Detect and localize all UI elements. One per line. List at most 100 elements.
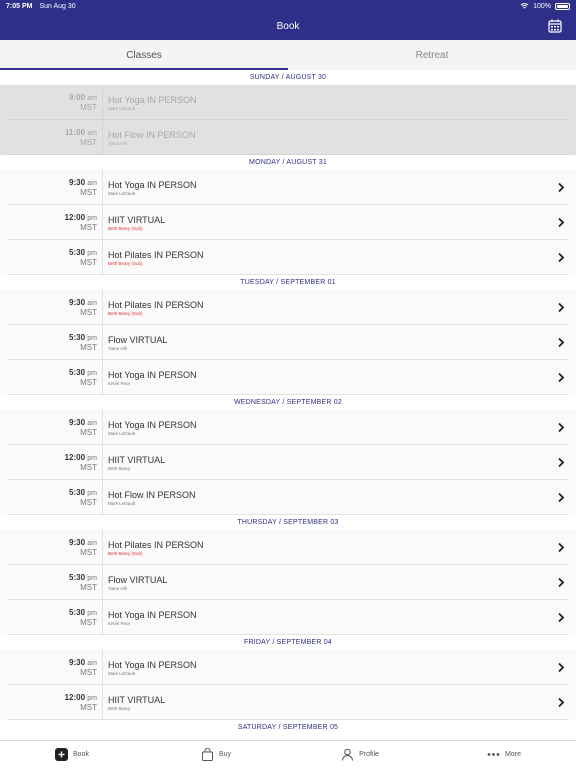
class-ampm: am (87, 420, 97, 427)
class-row[interactable]: 5:30 pm MST Flow VIRTUAL Tiana Hill (0, 325, 576, 360)
status-time: 7:05 PM (6, 2, 33, 10)
class-ampm: pm (87, 455, 97, 462)
class-ampm: pm (87, 490, 97, 497)
class-start-time: 5:30 (69, 573, 86, 582)
class-teacher: Mark LeGault (108, 190, 136, 196)
class-start-time: 5:30 (69, 608, 86, 617)
class-teacher: Beth Beary (Sub) (108, 310, 143, 316)
class-name: Hot Yoga IN PERSON (108, 419, 197, 430)
class-time: 12:00 pm MST (0, 685, 103, 720)
class-row[interactable]: 9:30 am MST Hot Yoga IN PERSON Mark LeGault (0, 170, 576, 205)
class-start-time: 9:00 (69, 93, 86, 102)
class-time: 5:30 pm MST (0, 480, 103, 515)
class-time-line: 5:30 pm (69, 488, 97, 497)
class-name: Hot Yoga IN PERSON (108, 609, 197, 620)
class-time-line: 5:30 pm (69, 608, 97, 617)
class-info: Hot Yoga IN PERSON Mark LeGault (103, 420, 197, 436)
chevron-right-icon[interactable] (556, 302, 566, 313)
calendar-icon (548, 19, 562, 33)
nav-bar: Book (0, 12, 576, 40)
class-info: Hot Pilates IN PERSON Beth Beary (Sub) (103, 250, 204, 266)
chevron-right-icon[interactable] (556, 612, 566, 623)
class-row[interactable]: 9:30 am MST Hot Yoga IN PERSON Mark LeGault (0, 410, 576, 445)
more-dots-icon (487, 748, 500, 761)
book-plus-icon (55, 748, 69, 761)
tab-profile[interactable]: Profile (288, 741, 432, 768)
class-row[interactable]: 9:30 am MST Hot Pilates IN PERSON Beth Bear… (0, 290, 576, 325)
chevron-right-icon[interactable] (556, 217, 566, 228)
class-row[interactable]: 12:00 pm MST HIIT VIRTUAL Beth Beary (0, 445, 576, 480)
class-time: 9:30 am MST (0, 290, 103, 325)
class-timezone: MST (80, 103, 97, 112)
day-header: FRIDAY / SEPTEMBER 04 (0, 635, 576, 650)
class-time-line: 9:00 am (69, 93, 97, 102)
class-info: Hot Pilates IN PERSON Beth Beary (Sub) (103, 300, 204, 316)
class-row: 9:00 am MST Hot Yoga IN PERSON Mark LeGault (0, 85, 576, 120)
wifi-icon (520, 3, 529, 9)
tab-more-label: More (505, 751, 521, 758)
tab-book[interactable]: Book (0, 741, 144, 768)
class-info: HIIT VIRTUAL Beth Beary (Sub) (103, 215, 165, 231)
class-row[interactable]: 9:30 am MST Hot Pilates IN PERSON Beth Bear… (0, 530, 576, 565)
class-row[interactable]: 5:30 pm MST Flow VIRTUAL Tiana Hill (0, 565, 576, 600)
class-name: HIIT VIRTUAL (108, 694, 166, 705)
page-title: Book (276, 20, 300, 32)
class-time-line: 5:30 pm (69, 573, 97, 582)
class-row[interactable]: 12:00 pm MST HIIT VIRTUAL Beth Beary (Sub) (0, 205, 576, 240)
class-time: 5:30 pm MST (0, 325, 103, 360)
class-timezone: MST (80, 463, 97, 472)
day-header: THURSDAY / SEPTEMBER 03 (0, 515, 576, 530)
class-timezone: MST (80, 548, 97, 557)
chevron-right-icon[interactable] (556, 697, 566, 708)
class-time: 5:30 pm MST (0, 600, 103, 635)
class-row[interactable]: 5:30 pm MST Hot Yoga IN PERSON Kevin Prior (0, 600, 576, 635)
row-divider (8, 634, 568, 635)
tab-more[interactable]: More (432, 741, 576, 768)
class-row[interactable]: 12:00 pm MST HIIT VIRTUAL Beth Beary (0, 685, 576, 720)
class-row[interactable]: 5:30 pm MST Hot Yoga IN PERSON Kevin Prior (0, 360, 576, 395)
class-info: HIIT VIRTUAL Beth Beary (103, 695, 165, 711)
chevron-right-icon[interactable] (556, 492, 566, 503)
class-row[interactable]: 5:30 pm MST Hot Flow IN PERSON Mark LeGault (0, 480, 576, 515)
class-time-line: 9:30 am (69, 298, 97, 307)
calendar-button[interactable] (546, 17, 564, 35)
class-info: Hot Flow IN PERSON Mark LeGault (103, 490, 196, 506)
class-name: HIIT VIRTUAL (108, 214, 166, 225)
class-start-time: 12:00 (64, 453, 86, 462)
chevron-right-icon[interactable] (556, 457, 566, 468)
class-teacher: Beth Beary (Sub) (108, 225, 143, 231)
tab-profile-label: Profile (359, 751, 379, 758)
class-name: Hot Yoga IN PERSON (108, 179, 197, 190)
class-time-line: 5:30 pm (69, 248, 97, 257)
class-info: Hot Yoga IN PERSON Kevin Prior (103, 370, 197, 386)
class-teacher: Tiana Hill (108, 345, 127, 351)
day-header: SATURDAY / SEPTEMBER 05 (0, 720, 576, 735)
chevron-right-icon[interactable] (556, 662, 566, 673)
class-info: Flow VIRTUAL Tiana Hill (103, 575, 167, 591)
class-timezone: MST (80, 308, 97, 317)
class-time-line: 5:30 pm (69, 333, 97, 342)
class-row[interactable]: 5:30 pm MST Hot Pilates IN PERSON Beth Bear… (0, 240, 576, 275)
bottom-tab-bar: Book Buy Profile More (0, 740, 576, 768)
class-time: 12:00 pm MST (0, 205, 103, 240)
chevron-right-icon[interactable] (556, 422, 566, 433)
class-row[interactable]: 9:30 am MST Hot Yoga IN PERSON Mark LeGault (0, 650, 576, 685)
chevron-right-icon[interactable] (556, 577, 566, 588)
tab-retreat[interactable]: Retreat (288, 40, 576, 70)
tab-classes[interactable]: Classes (0, 40, 288, 70)
class-name: Flow VIRTUAL (108, 334, 168, 345)
person-icon (341, 748, 354, 761)
class-teacher: Beth Beary (Sub) (108, 550, 143, 556)
class-time: 11:00 am MST (0, 120, 103, 155)
class-timezone: MST (80, 703, 97, 712)
tab-buy[interactable]: Buy (144, 741, 288, 768)
chevron-right-icon[interactable] (556, 337, 566, 348)
chevron-right-icon[interactable] (556, 182, 566, 193)
chevron-right-icon[interactable] (556, 372, 566, 383)
class-schedule-list[interactable]: SUNDAY / AUGUST 30 9:00 am MST Hot Yoga IN … (0, 70, 576, 740)
class-teacher: Tiana Hill (108, 140, 127, 146)
class-teacher: Mark LeGault (108, 105, 136, 111)
class-time-line: 12:00 pm (65, 213, 97, 222)
chevron-right-icon[interactable] (556, 542, 566, 553)
chevron-right-icon[interactable] (556, 252, 566, 263)
